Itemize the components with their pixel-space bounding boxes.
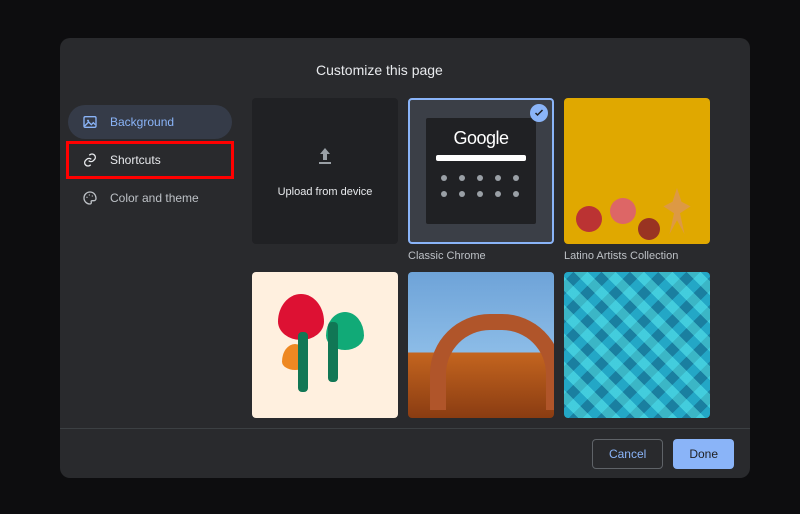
tile-collection-flowers[interactable]	[252, 272, 398, 428]
dialog-body: Background Shortcuts	[60, 98, 750, 428]
content-wrap: Upload from device Google	[240, 98, 750, 428]
image-icon	[82, 114, 98, 130]
tile-caption: Latino Artists Collection	[564, 250, 710, 264]
cancel-label: Cancel	[609, 447, 646, 461]
classic-search-bar	[436, 155, 526, 161]
done-label: Done	[689, 447, 718, 461]
upload-thumb[interactable]: Upload from device	[252, 98, 398, 244]
background-grid-scroll[interactable]: Upload from device Google	[240, 98, 750, 428]
classic-preview: Google	[426, 118, 536, 224]
tile-caption: Classic Chrome	[408, 250, 554, 264]
google-logo-text: Google	[453, 128, 508, 149]
tile-upload[interactable]: Upload from device	[252, 98, 398, 264]
sidebar-item-label: Background	[110, 115, 174, 129]
caption-empty	[252, 250, 398, 264]
dialog-title: Customize this page	[316, 62, 443, 78]
arch-thumb[interactable]	[408, 272, 554, 418]
cancel-button[interactable]: Cancel	[592, 439, 663, 469]
classic-thumb[interactable]: Google	[408, 98, 554, 244]
sidebar-item-label: Shortcuts	[110, 153, 161, 167]
geometric-thumb[interactable]	[564, 272, 710, 418]
sidebar-item-color-theme[interactable]: Color and theme	[68, 181, 232, 215]
upload-label: Upload from device	[278, 186, 373, 198]
upload-icon	[313, 144, 337, 168]
tile-latino-artists[interactable]: Latino Artists Collection	[564, 98, 710, 264]
dialog-footer: Cancel Done	[60, 428, 750, 478]
tile-collection-geometric[interactable]	[564, 272, 710, 428]
latino-thumb[interactable]	[564, 98, 710, 244]
sidebar-item-label: Color and theme	[110, 191, 199, 205]
selected-check-icon	[530, 104, 548, 122]
sidebar-item-background[interactable]: Background	[68, 105, 232, 139]
customize-dialog: Customize this page Background	[60, 38, 750, 478]
tile-collection-arch[interactable]	[408, 272, 554, 428]
flowers-thumb[interactable]	[252, 272, 398, 418]
sidebar: Background Shortcuts	[60, 98, 240, 428]
sidebar-item-shortcuts[interactable]: Shortcuts	[68, 143, 232, 177]
background-grid: Upload from device Google	[252, 98, 744, 428]
tile-classic-chrome[interactable]: Google Classic Chrome	[408, 98, 554, 264]
link-icon	[82, 152, 98, 168]
palette-icon	[82, 190, 98, 206]
done-button[interactable]: Done	[673, 439, 734, 469]
classic-shortcut-dots	[441, 175, 521, 197]
